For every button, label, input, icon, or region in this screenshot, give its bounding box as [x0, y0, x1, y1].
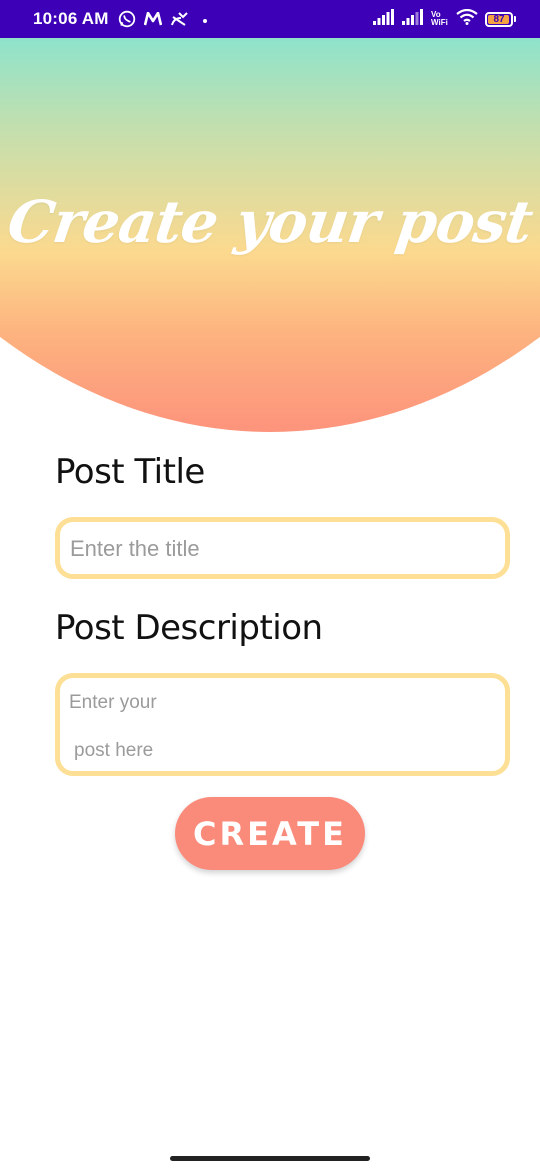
post-title-placeholder: Enter the title: [70, 536, 200, 561]
header-banner: Create your post: [0, 38, 540, 432]
battery-body: 87: [485, 11, 513, 27]
missed-call-icon: [170, 11, 190, 27]
post-description-input[interactable]: Enter your post here: [55, 673, 510, 776]
post-title-input[interactable]: Enter the title: [55, 517, 510, 579]
notification-icons: [118, 10, 212, 28]
wifi-icon: [456, 8, 478, 30]
description-placeholder-line2: post here: [74, 740, 154, 761]
signal-icon: [373, 8, 395, 30]
description-placeholder-line1: Enter your: [69, 692, 157, 713]
status-time: 10:06 AM: [33, 9, 109, 28]
battery-icon: 87: [485, 11, 516, 27]
system-icons: Vo WiFi 87: [373, 8, 516, 30]
whatsapp-icon: [118, 10, 136, 28]
signal-icon-2: [402, 8, 424, 30]
post-description-label: Post Description: [55, 608, 323, 648]
page-title: Create your post: [3, 188, 537, 256]
vowifi-bottom: WiFi: [431, 18, 448, 27]
m-icon: [143, 12, 162, 26]
home-indicator[interactable]: [170, 1156, 370, 1161]
status-bar: 10:06 AM Vo WiFi 87: [0, 0, 540, 38]
post-title-label: Post Title: [55, 452, 205, 492]
create-button[interactable]: CREATE: [175, 797, 365, 870]
battery-level: 87: [493, 13, 505, 25]
battery-cap: [514, 16, 516, 22]
vowifi-icon: Vo WiFi: [431, 11, 449, 27]
dot-icon: [198, 12, 212, 26]
